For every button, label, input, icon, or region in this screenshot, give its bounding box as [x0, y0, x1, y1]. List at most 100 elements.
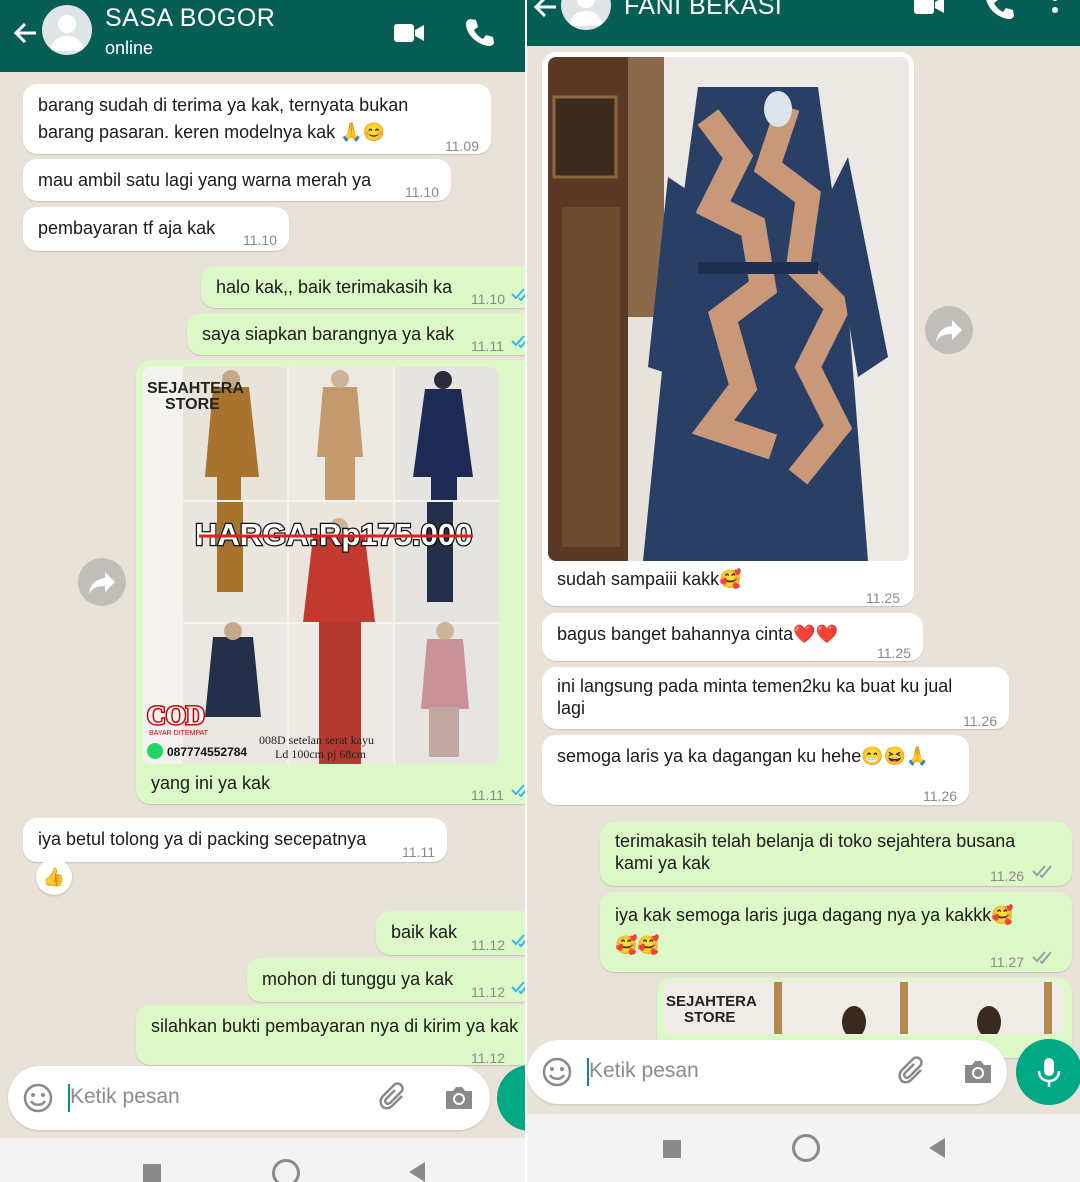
chat-header: SASA BOGOR online [0, 0, 527, 72]
delivered-ticks-icon [1032, 951, 1052, 964]
dress-photo[interactable] [548, 57, 909, 561]
message-time: 11.11 [402, 844, 435, 860]
contact-avatar[interactable] [561, 0, 611, 30]
message-time: 11.10 [243, 232, 277, 248]
store-phone: 087774552784 [167, 745, 247, 759]
store-name-line2: STORE [684, 1009, 735, 1026]
camera-icon[interactable] [442, 1081, 476, 1115]
message-incoming[interactable]: iya betul tolong ya di packing secepatny… [23, 818, 447, 862]
system-navbar [527, 1114, 1080, 1182]
recent-apps-icon[interactable] [663, 1140, 681, 1158]
attach-icon[interactable] [378, 1082, 410, 1114]
message-time: 11.10 [471, 291, 505, 307]
whatsapp-icon [147, 743, 163, 759]
message-time: 11.11 [471, 338, 504, 354]
reaction-badge[interactable]: 👍 [36, 859, 72, 895]
contact-status: online [105, 38, 154, 58]
forward-button[interactable] [925, 306, 973, 354]
message-time: 11.27 [990, 954, 1024, 970]
message-time: 11.25 [866, 590, 900, 606]
voice-call-icon[interactable] [982, 0, 1016, 22]
message-text: yang ini ya kak [151, 773, 271, 793]
message-time: 11.11 [471, 787, 504, 803]
message-incoming[interactable]: pembayaran tf aja kak 11.10 [23, 207, 289, 251]
mic-icon [1037, 1058, 1061, 1087]
home-icon[interactable] [792, 1134, 820, 1162]
camera-icon[interactable] [961, 1055, 995, 1089]
back-arrow-icon[interactable] [530, 0, 560, 22]
message-time: 11.12 [471, 984, 505, 1000]
dress-photo-image [548, 57, 909, 561]
forward-button[interactable] [78, 558, 126, 606]
message-incoming[interactable]: barang sudah di terima ya kak, ternyata … [23, 84, 491, 154]
message-input[interactable]: Ketik pesan [589, 1059, 699, 1083]
message-text: iya betul tolong ya di packing secepatny… [38, 829, 367, 849]
message-outgoing[interactable]: halo kak,, baik terimakasih ka 11.10 [201, 266, 527, 308]
message-text: baik kak [391, 922, 458, 942]
message-text: mohon di tunggu ya kak [262, 969, 454, 989]
message-incoming[interactable]: semoga laris ya ka dagangan ku hehe😁😆🙏 1… [542, 735, 969, 805]
contact-name[interactable]: SASA BOGOR [105, 4, 275, 33]
message-text: mau ambil satu lagi yang warna merah ya [38, 170, 372, 190]
message-outgoing[interactable]: iya kak semoga laris juga dagang nya ya … [600, 892, 1072, 972]
voice-call-icon[interactable] [462, 15, 496, 49]
message-time: 11.26 [963, 713, 997, 729]
message-incoming[interactable]: mau ambil satu lagi yang warna merah ya … [23, 159, 451, 201]
message-time: 11.12 [471, 937, 505, 953]
message-input-bar[interactable]: Ketik pesan [527, 1040, 1007, 1104]
message-incoming[interactable]: bagus banget bahannya cinta❤️❤️ 11.25 [542, 613, 923, 661]
message-time: 11.12 [471, 1050, 505, 1065]
back-arrow-icon[interactable] [10, 18, 40, 48]
mic-button[interactable] [497, 1065, 527, 1131]
right-chat-screen: FANI BEKASI sudah sampaiii kakk🥰 11.25 b… [527, 0, 1080, 1182]
message-text: sudah sampaiii kakk🥰 [557, 569, 742, 589]
left-chat-screen: SASA BOGOR online barang sudah di terima… [0, 0, 527, 1182]
message-outgoing[interactable]: terimakasih telah belanja di toko sejaht… [600, 822, 1072, 886]
cod-label: COD [147, 701, 205, 730]
product-size: Ld 100cm pj 68cm [275, 747, 367, 761]
emoji-icon[interactable] [22, 1082, 54, 1114]
store-name-line2: STORE [165, 396, 220, 413]
preview-photo[interactable]: SEJAHTERA STORE [664, 982, 1064, 1034]
back-nav-icon[interactable] [925, 1136, 949, 1160]
attach-icon[interactable] [897, 1056, 929, 1088]
contact-name[interactable]: FANI BEKASI [624, 0, 782, 21]
video-call-icon[interactable] [912, 0, 946, 22]
message-time: 11.09 [445, 138, 479, 154]
message-text: pembayaran tf aja kak [38, 218, 216, 238]
emoji-icon[interactable] [541, 1056, 573, 1088]
product-collage: SEJAHTERA STORE HARGA:Rp175.000 COD BAYA… [143, 367, 499, 764]
message-text: silahkan bukti pembayaran nya di kirim y… [151, 1016, 519, 1036]
recent-apps-icon[interactable] [143, 1164, 161, 1182]
video-call-icon[interactable] [392, 16, 426, 50]
message-outgoing[interactable]: silahkan bukti pembayaran nya di kirim y… [136, 1005, 527, 1065]
back-nav-icon[interactable] [405, 1160, 429, 1182]
message-outgoing[interactable]: mohon di tunggu ya kak 11.12 [247, 958, 527, 1002]
store-name: SEJAHTERA [666, 993, 757, 1010]
preview-photo-image: SEJAHTERA STORE [664, 982, 1064, 1034]
message-input[interactable]: Ketik pesan [70, 1085, 180, 1109]
message-text: iya kak semoga laris juga dagang nya ya … [615, 905, 1014, 955]
message-time: 11.26 [990, 868, 1024, 884]
message-input-bar[interactable]: Ketik pesan [8, 1066, 490, 1130]
product-photo[interactable]: SEJAHTERA STORE HARGA:Rp175.000 COD BAYA… [143, 367, 499, 764]
message-time: 11.26 [923, 788, 957, 804]
message-text: halo kak,, baik terimakasih ka [216, 277, 453, 297]
message-outgoing[interactable]: baik kak 11.12 [376, 911, 527, 955]
product-caption: 008D setelan serat kayu [259, 733, 374, 747]
image-message-outgoing[interactable]: SEJAHTERA STORE HARGA:Rp175.000 COD BAYA… [136, 360, 527, 804]
image-message-incoming[interactable]: sudah sampaiii kakk🥰 11.25 [542, 52, 914, 606]
home-icon[interactable] [272, 1159, 300, 1182]
forward-icon [89, 572, 115, 594]
system-navbar [0, 1138, 527, 1182]
message-incoming[interactable]: ini langsung pada minta temen2ku ka buat… [542, 667, 1009, 729]
delivered-ticks-icon [1032, 865, 1052, 878]
message-outgoing[interactable]: saya siapkan barangnya ya kak 11.11 [187, 313, 527, 355]
forward-icon [936, 320, 962, 342]
message-text: terimakasih telah belanja di toko sejaht… [615, 831, 1016, 873]
chat-header: FANI BEKASI [527, 0, 1080, 46]
more-options-icon[interactable] [1045, 0, 1065, 28]
contact-avatar[interactable] [42, 5, 92, 55]
mic-button[interactable] [1016, 1039, 1080, 1105]
message-time: 11.10 [405, 184, 439, 200]
